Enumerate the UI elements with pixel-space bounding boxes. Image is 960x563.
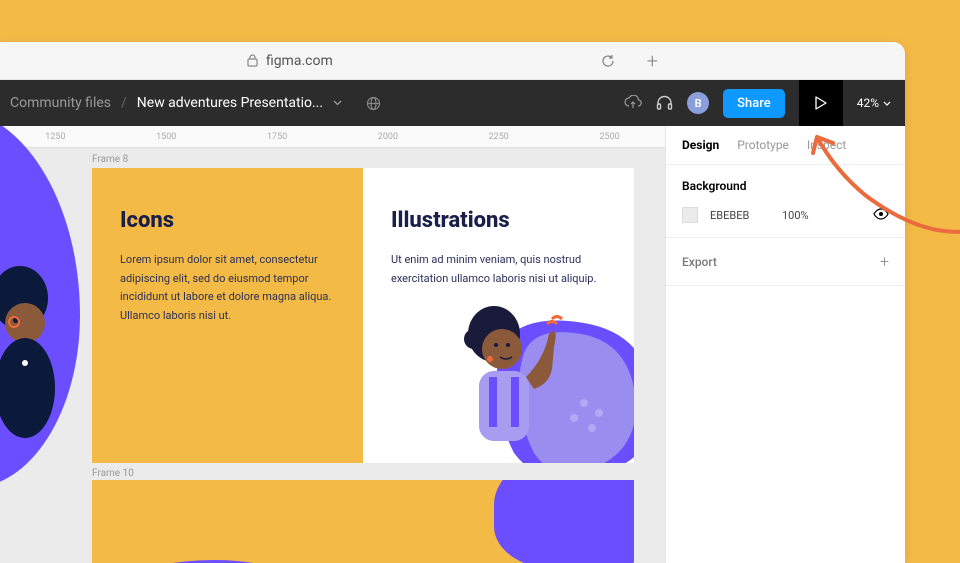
tab-prototype[interactable]: Prototype bbox=[737, 138, 789, 152]
new-tab-icon[interactable]: + bbox=[647, 49, 658, 73]
browser-window: figma.com + Community files / New advent… bbox=[0, 42, 905, 563]
cloud-upload-icon[interactable] bbox=[624, 95, 642, 111]
headphones-icon[interactable] bbox=[656, 95, 673, 111]
color-hex[interactable]: EBEBEB bbox=[710, 209, 770, 222]
illustration-person bbox=[444, 299, 574, 463]
frame-8[interactable]: Icons Lorem ipsum dolor sit amet, consec… bbox=[92, 168, 634, 463]
color-swatch[interactable] bbox=[682, 207, 698, 223]
export-section: Export + bbox=[666, 238, 905, 286]
chevron-down-icon bbox=[883, 101, 891, 106]
tab-inspect[interactable]: Inspect bbox=[807, 138, 846, 152]
background-section: Background EBEBEB 100% bbox=[666, 165, 905, 238]
breadcrumb-current[interactable]: New adventures Presentatio... bbox=[137, 95, 323, 111]
heading-icons: Icons bbox=[120, 208, 335, 233]
play-icon bbox=[815, 96, 827, 110]
frame-10[interactable] bbox=[92, 480, 634, 563]
canvas[interactable]: 1250 1500 1750 2000 2250 2500 Frame 8 bbox=[0, 126, 665, 563]
browser-address-bar: figma.com + bbox=[0, 42, 905, 80]
heading-illustrations: Illustrations bbox=[391, 208, 606, 233]
globe-icon[interactable] bbox=[366, 96, 381, 111]
frame-label[interactable]: Frame 8 bbox=[92, 154, 128, 165]
frame-label[interactable]: Frame 10 bbox=[92, 468, 134, 479]
decorative-blob bbox=[494, 480, 634, 563]
tab-design[interactable]: Design bbox=[682, 138, 719, 152]
url-text[interactable]: figma.com bbox=[266, 53, 333, 69]
visibility-icon[interactable] bbox=[873, 208, 889, 223]
background-title: Background bbox=[682, 179, 889, 193]
ruler-horizontal: 1250 1500 1750 2000 2250 2500 bbox=[0, 126, 665, 148]
breadcrumb: Community files / New adventures Present… bbox=[0, 95, 624, 111]
body-illustrations: Ut enim ad minim veniam, quis nostrud ex… bbox=[391, 251, 606, 288]
color-opacity[interactable]: 100% bbox=[782, 209, 861, 222]
export-title: Export bbox=[682, 255, 717, 269]
breadcrumb-parent[interactable]: Community files bbox=[10, 95, 111, 111]
lock-icon bbox=[247, 54, 258, 67]
zoom-control[interactable]: 42% bbox=[857, 96, 891, 110]
refresh-icon[interactable] bbox=[601, 54, 615, 68]
properties-panel: Design Prototype Inspect Background EBEB… bbox=[665, 126, 905, 563]
panel-tabs: Design Prototype Inspect bbox=[666, 126, 905, 165]
avatar[interactable]: B bbox=[687, 92, 709, 114]
share-button[interactable]: Share bbox=[723, 89, 785, 118]
illustration-person bbox=[0, 258, 70, 442]
body-icons: Lorem ipsum dolor sit amet, consectetur … bbox=[120, 251, 335, 326]
present-button[interactable] bbox=[799, 80, 843, 126]
chevron-down-icon[interactable] bbox=[333, 100, 342, 106]
figma-toolbar: Community files / New adventures Present… bbox=[0, 80, 905, 126]
add-export-icon[interactable]: + bbox=[880, 252, 889, 271]
